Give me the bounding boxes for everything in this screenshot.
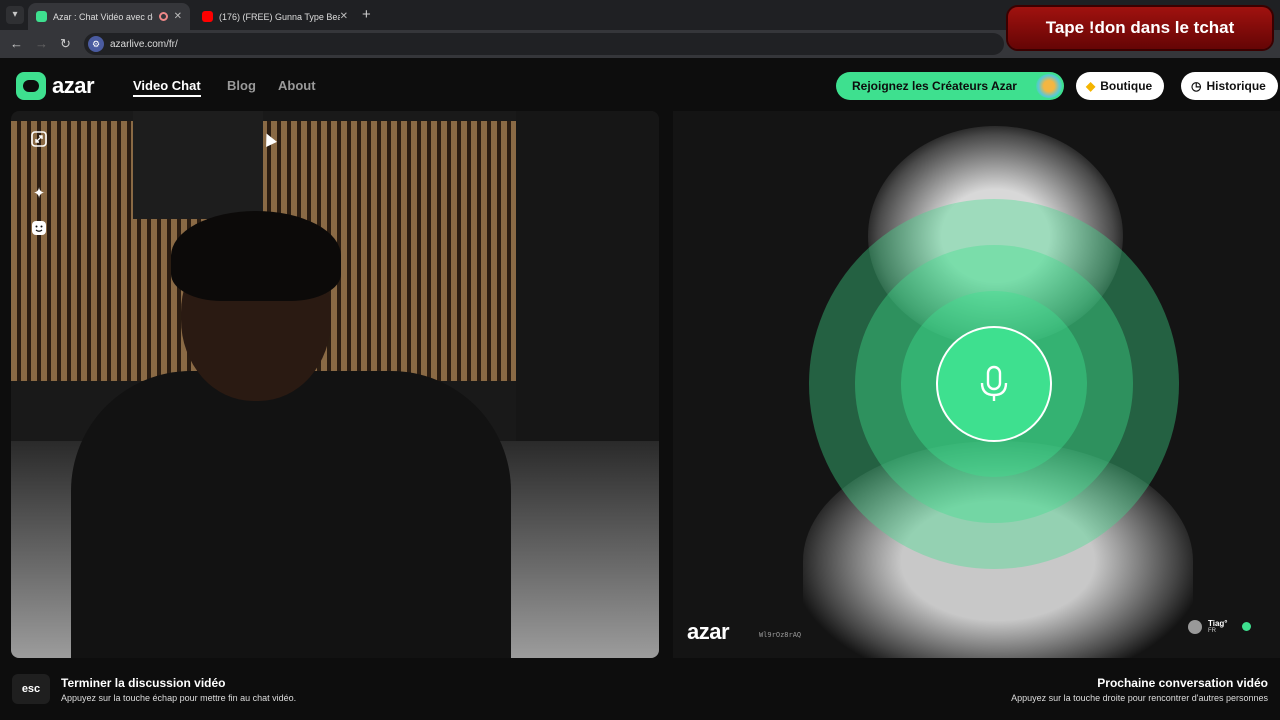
watermark-id: Wl9rOz8rAQ bbox=[759, 631, 802, 639]
shop-button[interactable]: ◆ Boutique bbox=[1076, 72, 1165, 100]
azar-logo[interactable]: azar bbox=[16, 72, 95, 100]
forward-icon[interactable]: → bbox=[35, 36, 48, 51]
microphone-icon bbox=[980, 365, 1008, 401]
verified-icon bbox=[1241, 622, 1251, 631]
tab-title: Azar : Chat Vidéo avec de n bbox=[53, 11, 153, 22]
microphone-button[interactable] bbox=[936, 326, 1052, 442]
azar-watermark: azar bbox=[687, 619, 730, 644]
avatar bbox=[1188, 619, 1202, 634]
remote-user-chip[interactable]: Tiag° FR bbox=[1188, 619, 1251, 634]
tab-azar[interactable]: Azar : Chat Vidéo avec de n ✕ bbox=[28, 3, 190, 30]
url-text: azarlive.com/fr/ bbox=[110, 38, 178, 50]
address-bar[interactable]: ⚙ azarlive.com/fr/ bbox=[84, 33, 1004, 55]
azar-favicon-icon bbox=[36, 11, 47, 22]
azar-logo-icon bbox=[16, 72, 46, 100]
join-creators-label: Rejoignez les Créateurs Azar bbox=[852, 79, 1017, 93]
background-frame bbox=[133, 111, 263, 219]
tab-youtube[interactable]: (176) (FREE) Gunna Type Beat - ✕ bbox=[194, 3, 356, 30]
clock-icon: ◷ bbox=[1191, 79, 1202, 93]
logo-text: azar bbox=[52, 73, 95, 98]
azar-site: azar Video Chat Blog About Rejoignez les… bbox=[0, 58, 1280, 720]
nav-video-chat[interactable]: Video Chat bbox=[133, 78, 201, 97]
diamond-icon: ◆ bbox=[1086, 79, 1096, 93]
youtube-favicon-icon bbox=[202, 11, 213, 22]
creator-badge-icon bbox=[1036, 74, 1062, 98]
new-tab-button[interactable]: + bbox=[362, 6, 371, 23]
face-filter-icon[interactable] bbox=[29, 220, 49, 240]
next-chat-title: Prochaine conversation vidéo bbox=[1097, 676, 1268, 690]
nav-blog[interactable]: Blog bbox=[227, 78, 256, 93]
site-info-icon[interactable]: ⚙ bbox=[88, 36, 104, 52]
remote-video: azar Wl9rOz8rAQ Tiag° FR bbox=[673, 111, 1280, 658]
person-body bbox=[71, 371, 511, 658]
back-icon[interactable]: ← bbox=[10, 36, 23, 51]
history-button[interactable]: ◷ Historique bbox=[1181, 72, 1278, 100]
next-chat-hint: Appuyez sur la touche droite pour rencon… bbox=[1011, 693, 1268, 703]
person-hair bbox=[171, 211, 341, 301]
nav-about[interactable]: About bbox=[278, 78, 316, 93]
background-shadow bbox=[516, 111, 659, 441]
expand-icon[interactable] bbox=[29, 131, 49, 151]
esc-key[interactable]: esc bbox=[12, 674, 50, 704]
shop-label: Boutique bbox=[1100, 79, 1153, 93]
reload-icon[interactable]: ↻ bbox=[60, 36, 71, 52]
tab-title: (176) (FREE) Gunna Type Beat - bbox=[219, 11, 340, 22]
stream-overlay-banner: Tape !don dans le tchat bbox=[1008, 7, 1272, 49]
close-icon[interactable]: ✕ bbox=[174, 11, 182, 22]
history-label: Historique bbox=[1206, 79, 1266, 93]
join-creators-button[interactable]: Rejoignez les Créateurs Azar bbox=[836, 72, 1064, 100]
sparkle-icon[interactable]: ✦ bbox=[29, 184, 49, 204]
close-icon[interactable]: ✕ bbox=[340, 11, 348, 22]
recording-icon bbox=[158, 12, 168, 21]
local-video: ✦ bbox=[11, 111, 659, 658]
end-chat-hint: Appuyez sur la touche échap pour mettre … bbox=[61, 693, 297, 703]
tab-search-button[interactable]: ▾ bbox=[6, 6, 24, 24]
remote-user-name: Tiag° bbox=[1208, 619, 1228, 628]
end-chat-title: Terminer la discussion vidéo bbox=[61, 676, 226, 690]
remote-user-country: FR bbox=[1208, 628, 1216, 634]
